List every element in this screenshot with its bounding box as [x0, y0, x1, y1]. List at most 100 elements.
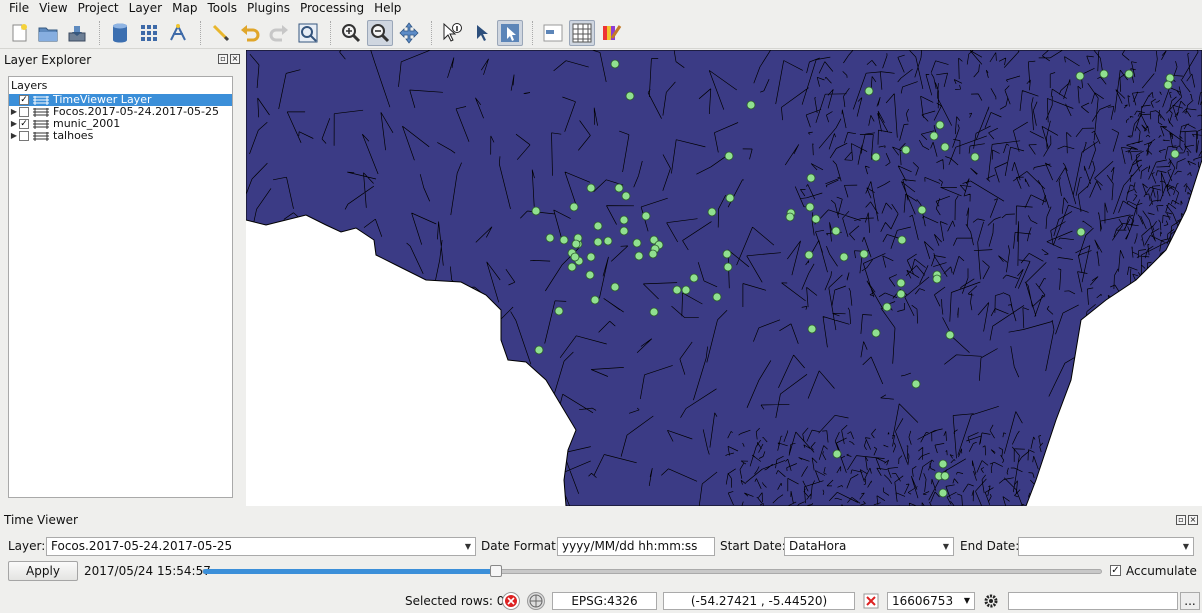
- database-icon[interactable]: [107, 20, 133, 46]
- date-format-input[interactable]: yyyy/MM/dd hh:mm:ss: [557, 537, 715, 556]
- new-document-icon[interactable]: [6, 20, 32, 46]
- map-svg[interactable]: [246, 50, 1202, 506]
- fire-focus-point: [804, 250, 814, 260]
- current-time-label: 2017/05/24 15:54:57: [84, 564, 211, 578]
- scale-value: 16606753: [892, 594, 954, 608]
- fire-focus-point: [681, 285, 691, 295]
- more-options-button[interactable]: ...: [1180, 592, 1200, 610]
- layer-visibility-checkbox[interactable]: ✓: [19, 95, 29, 105]
- layer-row[interactable]: ▶ talhoes: [9, 130, 232, 142]
- menu-view[interactable]: View: [34, 0, 72, 16]
- map-canvas[interactable]: [246, 50, 1202, 506]
- fire-focus-point: [1075, 71, 1085, 81]
- clear-selection-icon[interactable]: [502, 592, 520, 610]
- menu-tools[interactable]: Tools: [202, 0, 242, 16]
- expand-arrow-icon[interactable]: ▶: [9, 130, 19, 142]
- fire-focus-point: [641, 211, 651, 221]
- save-icon[interactable]: [64, 20, 90, 46]
- time-viewer-title: Time Viewer: [4, 513, 78, 527]
- scale-combobox[interactable]: 16606753 ▼: [887, 592, 975, 610]
- gear-icon[interactable]: [982, 592, 1000, 610]
- layer-visibility-checkbox[interactable]: [19, 107, 29, 117]
- float-dock-icon[interactable]: ▫: [1176, 515, 1186, 525]
- accumulate-checkbox[interactable]: ✓: [1110, 565, 1121, 576]
- toolbar-separator: [330, 20, 332, 45]
- fire-focus-point: [619, 226, 629, 236]
- menu-help[interactable]: Help: [369, 0, 406, 16]
- time-slider[interactable]: [202, 565, 1102, 577]
- fire-focus-point: [806, 173, 816, 183]
- layer-row[interactable]: ▶ ✓ munic_2001: [9, 118, 232, 130]
- fire-focus-point: [603, 236, 613, 246]
- zoom-out-icon[interactable]: [367, 19, 393, 46]
- fire-focus-point: [722, 249, 732, 259]
- fire-focus-point: [689, 273, 699, 283]
- fire-focus-point: [945, 330, 955, 340]
- menu-file[interactable]: File: [4, 0, 34, 16]
- date-format-label: Date Format:: [481, 539, 560, 553]
- apply-button[interactable]: Apply: [8, 561, 78, 581]
- time-slider-handle[interactable]: [490, 565, 502, 577]
- start-date-label: Start Date:: [720, 539, 786, 553]
- grid-layer-icon[interactable]: [136, 20, 162, 46]
- fire-focus-point: [1099, 69, 1109, 79]
- fire-focus-point: [725, 193, 735, 203]
- zoom-in-icon[interactable]: [338, 20, 364, 46]
- fire-focus-point: [590, 295, 600, 305]
- fire-focus-point: [901, 145, 911, 155]
- menu-plugins[interactable]: Plugins: [242, 0, 295, 16]
- expand-arrow-icon[interactable]: ▶: [9, 118, 19, 130]
- fire-focus-point: [610, 59, 620, 69]
- undo-icon[interactable]: [237, 20, 263, 46]
- scale-lock-icon[interactable]: [862, 592, 880, 610]
- locator-search-input[interactable]: [1008, 592, 1178, 610]
- identify-icon[interactable]: [439, 20, 465, 46]
- fire-focus-point: [831, 226, 841, 236]
- menu-project[interactable]: Project: [73, 0, 124, 16]
- layer-visibility-checkbox[interactable]: ✓: [19, 119, 29, 129]
- layers-tree: Layers ✓ TimeViewer Layer ▶ Focos.2017-05-2…: [8, 76, 233, 498]
- select-feature-icon[interactable]: [497, 19, 523, 46]
- layer-visibility-checkbox[interactable]: [19, 131, 29, 141]
- menu-map[interactable]: Map: [167, 0, 202, 16]
- crs-field[interactable]: EPSG:4326: [552, 592, 657, 610]
- pencil-icon[interactable]: [208, 20, 234, 46]
- layer-row[interactable]: ▶ Focos.2017-05-24.2017-05-25: [9, 106, 232, 118]
- close-dock-icon[interactable]: ×: [1188, 515, 1198, 525]
- redo-icon[interactable]: [266, 20, 292, 46]
- end-date-combobox[interactable]: ▼: [1018, 537, 1194, 556]
- fire-focus-point: [634, 251, 644, 261]
- fire-focus-point: [586, 252, 596, 262]
- vector-layer-icon: [33, 107, 49, 117]
- fire-focus-point: [632, 238, 642, 248]
- fire-focus-point: [614, 183, 624, 193]
- fire-focus-point: [917, 205, 927, 215]
- fire-focus-point: [832, 449, 842, 459]
- menu-processing[interactable]: Processing: [295, 0, 369, 16]
- pan-icon[interactable]: [396, 20, 422, 46]
- attribute-table-icon[interactable]: [540, 20, 566, 46]
- layer-combobox[interactable]: Focos.2017-05-24.2017-05-25 ▼: [46, 537, 476, 556]
- start-date-combobox[interactable]: DataHora ▼: [784, 537, 954, 556]
- expand-arrow-icon[interactable]: ▶: [9, 106, 19, 118]
- menu-layer[interactable]: Layer: [124, 0, 167, 16]
- globe-icon[interactable]: [527, 592, 545, 610]
- fire-focus-point: [935, 120, 945, 130]
- close-dock-icon[interactable]: ×: [230, 54, 240, 64]
- open-folder-icon[interactable]: [35, 20, 61, 46]
- vector-edit-icon[interactable]: [165, 20, 191, 46]
- fire-focus-point: [871, 328, 881, 338]
- chevron-down-icon: ▼: [464, 542, 471, 551]
- fire-focus-point: [672, 285, 682, 295]
- toolbar-separator: [200, 20, 202, 45]
- chevron-down-icon: ▼: [963, 596, 970, 605]
- fire-focus-point: [621, 191, 631, 201]
- fire-focus-point: [585, 270, 595, 280]
- table-grid-icon[interactable]: [569, 19, 595, 46]
- float-dock-icon[interactable]: ▫: [218, 54, 228, 64]
- style-palette-icon[interactable]: [598, 20, 624, 46]
- select-pointer-icon[interactable]: [468, 20, 494, 46]
- fire-focus-point: [610, 282, 620, 292]
- zoom-extent-icon[interactable]: [295, 20, 321, 46]
- fire-focus-point: [897, 235, 907, 245]
